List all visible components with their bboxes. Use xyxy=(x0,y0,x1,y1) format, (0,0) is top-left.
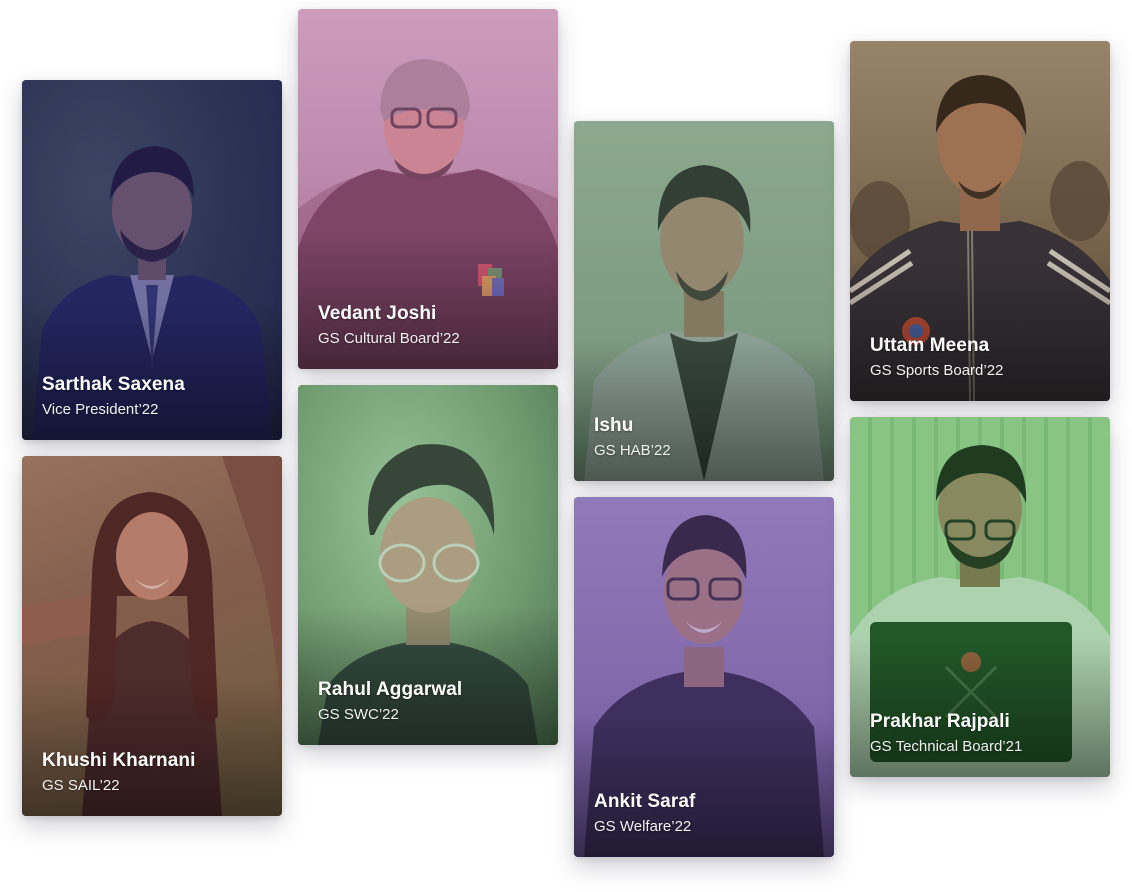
member-role: GS Technical Board’21 xyxy=(870,738,1023,755)
member-role: GS SAIL’22 xyxy=(42,777,120,794)
member-name: Khushi Kharnani xyxy=(42,750,196,771)
member-card-prakhar-rajpali[interactable]: Prakhar Rajpali GS Technical Board’21 xyxy=(850,417,1110,777)
caption-gradient xyxy=(850,261,1110,401)
member-name: Ankit Saraf xyxy=(594,791,696,812)
member-role: GS Sports Board’22 xyxy=(870,362,1004,379)
caption-gradient xyxy=(574,717,834,857)
caption-gradient xyxy=(298,229,558,369)
member-card-sarthak-saxena[interactable]: Sarthak Saxena Vice President’22 xyxy=(22,80,282,440)
member-card-vedant-joshi[interactable]: Vedant Joshi GS Cultural Board’22 xyxy=(298,9,558,369)
member-card-uttam-meena[interactable]: Uttam Meena GS Sports Board’22 xyxy=(850,41,1110,401)
member-role: GS HAB’22 xyxy=(594,442,671,459)
member-card-ishu[interactable]: Ishu GS HAB’22 xyxy=(574,121,834,481)
member-name: Sarthak Saxena xyxy=(42,374,185,395)
caption-gradient xyxy=(850,637,1110,777)
member-name: Prakhar Rajpali xyxy=(870,711,1010,732)
member-role: Vice President’22 xyxy=(42,401,159,418)
member-name: Vedant Joshi xyxy=(318,303,437,324)
member-card-ankit-saraf[interactable]: Ankit Saraf GS Welfare’22 xyxy=(574,497,834,857)
member-name: Ishu xyxy=(594,415,634,436)
member-role: GS Cultural Board’22 xyxy=(318,330,460,347)
member-role: GS Welfare’22 xyxy=(594,818,692,835)
caption-gradient xyxy=(574,341,834,481)
member-card-khushi-kharnani[interactable]: Khushi Kharnani GS SAIL’22 xyxy=(22,456,282,816)
caption-gradient xyxy=(298,605,558,745)
member-role: GS SWC’22 xyxy=(318,706,399,723)
caption-gradient xyxy=(22,676,282,816)
member-name: Rahul Aggarwal xyxy=(318,679,463,700)
caption-gradient xyxy=(22,300,282,440)
member-card-rahul-aggarwal[interactable]: Rahul Aggarwal GS SWC’22 xyxy=(298,385,558,745)
member-name: Uttam Meena xyxy=(870,335,990,356)
